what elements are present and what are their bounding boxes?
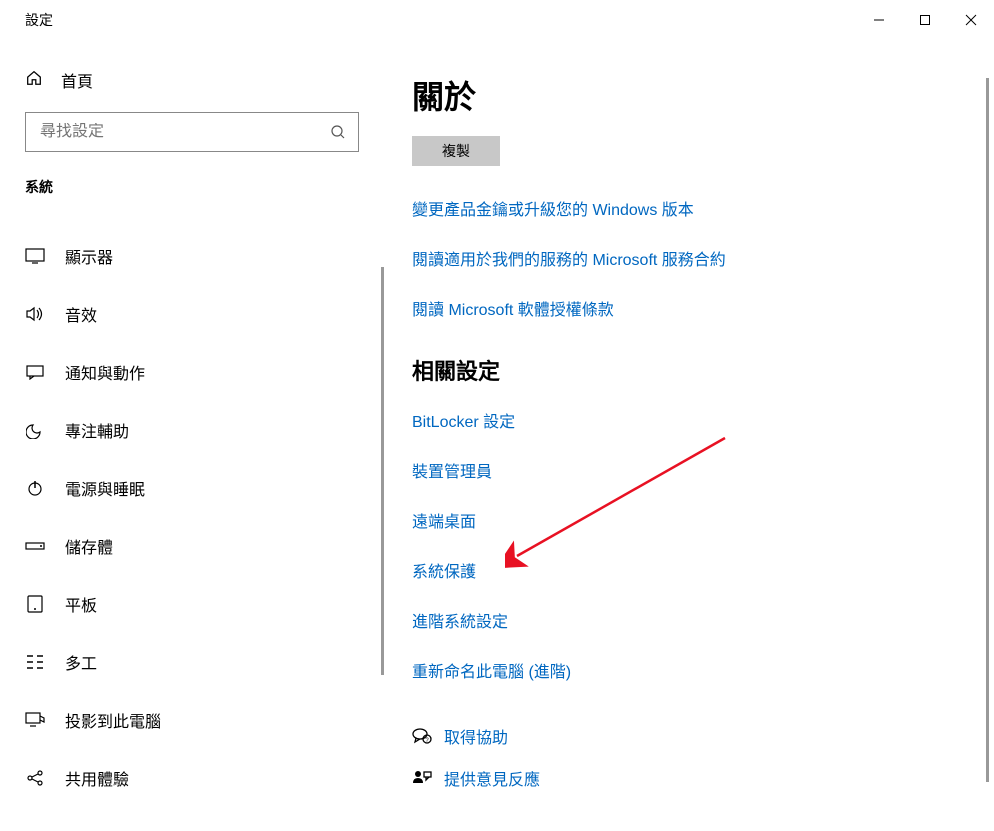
get-help-link[interactable]: 取得協助 [444, 724, 508, 748]
sound-icon [25, 306, 45, 322]
maximize-button[interactable] [902, 0, 948, 40]
help-icon: ? [412, 727, 444, 745]
link-device-manager[interactable]: 裝置管理員 [412, 458, 994, 482]
related-settings-heading: 相關設定 [412, 354, 994, 386]
sidebar-item-storage[interactable]: 儲存體 [0, 517, 384, 575]
multitasking-icon [25, 654, 45, 670]
sidebar-item-label: 平板 [65, 592, 97, 616]
sidebar-item-projecting[interactable]: 投影到此電腦 [0, 691, 384, 749]
sidebar-item-label: 投影到此電腦 [65, 708, 161, 732]
storage-icon [25, 540, 45, 552]
sidebar-item-shared[interactable]: 共用體驗 [0, 749, 384, 807]
link-rename-pc[interactable]: 重新命名此電腦 (進階) [412, 658, 994, 682]
close-button[interactable] [948, 0, 994, 40]
window-controls [856, 0, 994, 40]
feedback-link[interactable]: 提供意見反應 [444, 766, 540, 790]
sidebar-item-label: 電源與睡眠 [65, 476, 145, 500]
sidebar-item-label: 共用體驗 [65, 766, 129, 790]
window-title: 設定 [0, 10, 53, 30]
content-scrollbar[interactable] [986, 78, 989, 782]
sidebar-item-focus-assist[interactable]: 專注輔助 [0, 401, 384, 459]
focus-assist-icon [25, 421, 45, 439]
link-advanced-system[interactable]: 進階系統設定 [412, 608, 994, 632]
projecting-icon [25, 712, 45, 728]
sidebar-item-power[interactable]: 電源與睡眠 [0, 459, 384, 517]
notifications-icon [25, 364, 45, 380]
home-icon [25, 69, 43, 92]
sidebar-item-label: 顯示器 [65, 244, 113, 268]
copy-button[interactable]: 複製 [412, 136, 500, 166]
tablet-icon [25, 595, 45, 613]
link-service-agreement[interactable]: 閱讀適用於我們的服務的 Microsoft 服務合約 [412, 246, 994, 270]
minimize-button[interactable] [856, 0, 902, 40]
sidebar-item-label: 多工 [65, 650, 97, 674]
search-icon [318, 124, 358, 140]
sidebar-item-tablet[interactable]: 平板 [0, 575, 384, 633]
link-system-protection[interactable]: 系統保護 [412, 558, 994, 582]
sidebar-item-multitasking[interactable]: 多工 [0, 633, 384, 691]
sidebar-item-label: 音效 [65, 302, 97, 326]
sidebar-item-display[interactable]: 顯示器 [0, 227, 384, 285]
link-license-terms[interactable]: 閱讀 Microsoft 軟體授權條款 [412, 296, 994, 320]
sidebar-item-notifications[interactable]: 通知與動作 [0, 343, 384, 401]
feedback-row[interactable]: 提供意見反應 [412, 766, 994, 790]
display-icon [25, 248, 45, 264]
sidebar-item-label: 儲存體 [65, 534, 113, 558]
feedback-icon [412, 769, 444, 787]
page-title: 關於 [412, 72, 994, 118]
home-nav[interactable]: 首頁 [0, 68, 384, 92]
sidebar-item-label: 通知與動作 [65, 360, 145, 384]
link-change-product-key[interactable]: 變更產品金鑰或升級您的 Windows 版本 [412, 196, 994, 220]
link-remote-desktop[interactable]: 遠端桌面 [412, 508, 994, 532]
category-heading: 系統 [0, 177, 384, 197]
link-bitlocker[interactable]: BitLocker 設定 [412, 408, 994, 432]
shared-icon [25, 769, 45, 787]
sidebar-item-label: 專注輔助 [65, 418, 129, 442]
home-label: 首頁 [61, 68, 93, 92]
search-input[interactable] [25, 112, 359, 152]
sidebar-item-sound[interactable]: 音效 [0, 285, 384, 343]
power-icon [25, 479, 45, 497]
get-help-row[interactable]: ? 取得協助 [412, 724, 994, 748]
search-field[interactable] [26, 123, 318, 141]
